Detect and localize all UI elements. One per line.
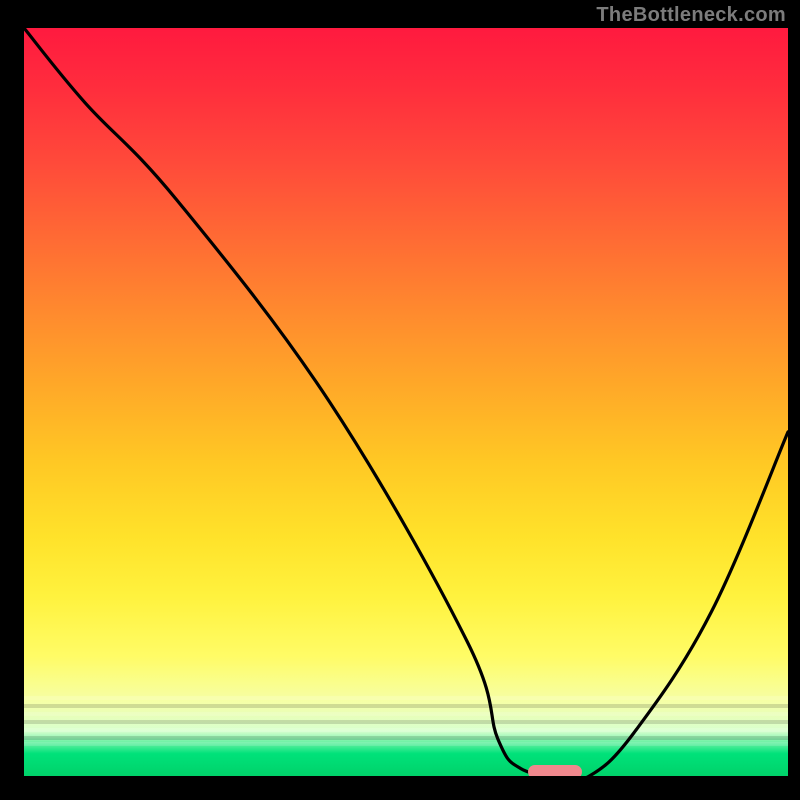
chart-frame [12, 28, 788, 788]
optimal-marker [528, 765, 581, 777]
bottleneck-curve [24, 28, 788, 776]
watermark-text: TheBottleneck.com [596, 4, 786, 27]
plot-area [24, 28, 788, 776]
